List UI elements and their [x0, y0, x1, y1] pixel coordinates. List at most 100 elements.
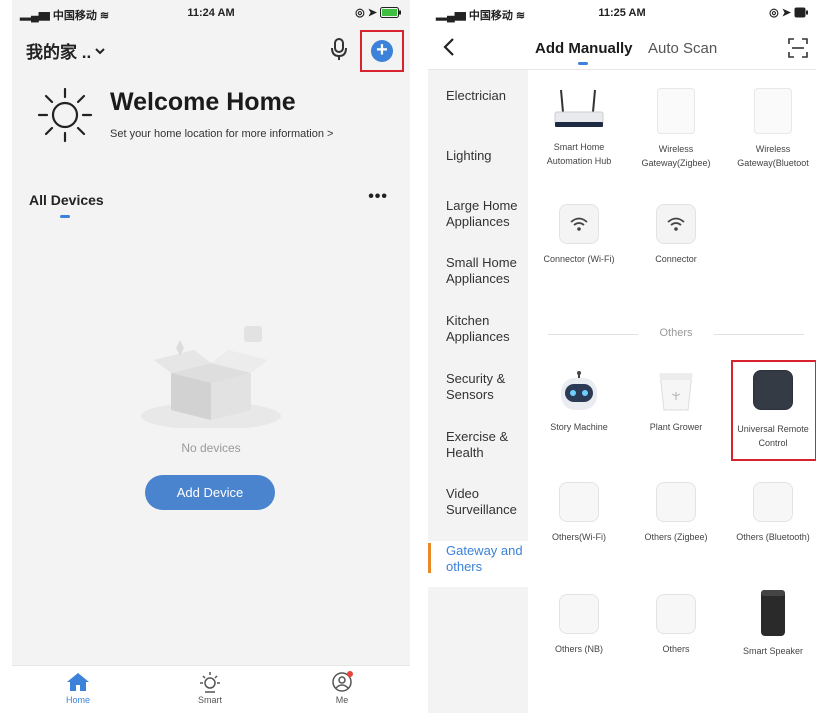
- category-label: Exercise & Health: [446, 429, 509, 460]
- category-label: Small Home Appliances: [446, 255, 517, 286]
- status-icons: ◎ ➤: [355, 6, 402, 19]
- tab-home[interactable]: Home: [48, 671, 108, 705]
- scan-icon[interactable]: [788, 38, 808, 58]
- lock-rotation-icon: ◎: [355, 7, 365, 19]
- empty-box-illustration: [141, 326, 281, 428]
- add-device-button[interactable]: Add Device: [145, 475, 275, 510]
- product-name: Connector (Wi-Fi): [543, 254, 615, 264]
- tab-me[interactable]: Me: [312, 671, 372, 705]
- location-icon: ➤: [367, 7, 377, 19]
- welcome-banner[interactable]: Welcome Home Set your home location for …: [36, 86, 406, 146]
- bottom-tab-bar: Home Smart Me: [12, 665, 410, 713]
- welcome-title: Welcome Home: [110, 88, 296, 116]
- more-icon[interactable]: •••: [368, 188, 388, 206]
- category-electrician[interactable]: Electrician: [428, 88, 528, 138]
- product-others-nb[interactable]: Others (NB): [533, 594, 625, 656]
- category-security-sensors[interactable]: Security & Sensors: [428, 371, 528, 421]
- product-name: Smart Home Automation Hub: [546, 142, 612, 166]
- category-label: Video Surveillance: [446, 486, 517, 517]
- plus-icon: +: [371, 40, 393, 62]
- add-device-plus-button[interactable]: +: [360, 30, 404, 72]
- tab-indicator: [60, 215, 70, 218]
- category-large-home-appliances[interactable]: Large Home Appliances: [428, 198, 528, 248]
- product-name: Others (Bluetooth): [736, 532, 810, 542]
- microphone-icon[interactable]: [328, 36, 350, 62]
- gateway-image: [657, 88, 695, 134]
- category-gateway-and-others[interactable]: Gateway and others: [428, 541, 528, 587]
- divider-line: [714, 334, 804, 335]
- product-wireless-gateway-zigbee[interactable]: Wireless Gateway(Zigbee): [630, 88, 722, 170]
- product-name: Smart Speaker: [742, 646, 804, 656]
- devices-section-header: All Devices •••: [12, 186, 410, 226]
- product-name: Others (NB): [554, 644, 603, 654]
- empty-state-text: No devices: [181, 441, 241, 455]
- chevron-down-icon: [95, 47, 105, 54]
- product-others-wifi[interactable]: Others(Wi-Fi): [533, 482, 625, 544]
- product-connector-wifi[interactable]: Connector (Wi-Fi): [533, 204, 625, 266]
- product-story-machine[interactable]: Story Machine: [533, 370, 625, 434]
- category-small-home-appliances[interactable]: Small Home Appliances: [428, 255, 528, 305]
- others-device-image: [753, 482, 793, 522]
- tab-add-manually[interactable]: Add Manually: [535, 40, 633, 57]
- home-icon: [67, 673, 89, 691]
- profile-icon: [332, 671, 353, 692]
- others-device-image: [656, 594, 696, 634]
- category-sidebar: Electrician Lighting Large Home Applianc…: [428, 70, 528, 713]
- product-name: Plant Grower: [649, 422, 703, 432]
- product-connector[interactable]: Connector: [630, 204, 722, 266]
- wifi-icon: [559, 204, 599, 244]
- others-device-image: [656, 482, 696, 522]
- add-device-header: Add Manually Auto Scan: [428, 28, 816, 70]
- product-name: Others (Zigbee): [644, 532, 708, 542]
- status-time: 11:25 AM: [598, 7, 646, 19]
- speaker-image: [761, 590, 785, 636]
- category-lighting[interactable]: Lighting: [428, 148, 528, 198]
- tab-smart[interactable]: Smart: [180, 671, 240, 705]
- tab-home-label: Home: [65, 695, 90, 705]
- home-selector[interactable]: 我的家 ..: [26, 38, 106, 63]
- category-exercise-health[interactable]: Exercise & Health: [428, 429, 528, 479]
- product-name: Wireless Gateway(Zigbee): [641, 144, 711, 168]
- category-label: Gateway and others: [446, 543, 523, 574]
- category-label: Kitchen Appliances: [446, 313, 510, 344]
- back-arrow-icon[interactable]: [440, 36, 458, 58]
- sun-icon: [37, 87, 93, 143]
- section-heading: Others: [659, 327, 693, 339]
- category-kitchen-appliances[interactable]: Kitchen Appliances: [428, 313, 528, 363]
- category-video-surveillance[interactable]: Video Surveillance: [428, 486, 528, 536]
- tab-all-devices[interactable]: All Devices: [29, 192, 104, 208]
- home-screen: ▂▄▆ 中国移动 ≋ 11:24 AM ◎ ➤ 我的家 .. + Welcome…: [12, 0, 410, 713]
- status-icons: ◎ ➤: [769, 6, 808, 19]
- product-others-zigbee[interactable]: Others (Zigbee): [630, 482, 722, 544]
- add-device-screen: ▂▄▆ 中国移动 ≋ 11:25 AM ◎ ➤ Add Manually Aut…: [428, 0, 816, 713]
- plant-pot-image: [659, 373, 693, 411]
- product-smart-home-hub[interactable]: Smart Home Automation Hub: [533, 86, 625, 168]
- tab-me-label: Me: [335, 695, 349, 705]
- set-location-link[interactable]: Set your home location for more informat…: [110, 128, 333, 140]
- category-label: Lighting: [446, 148, 492, 163]
- category-label: Large Home Appliances: [446, 198, 518, 229]
- status-bar: ▂▄▆ 中国移动 ≋ 11:24 AM ◎ ➤: [12, 0, 410, 26]
- battery-icon: [794, 7, 808, 18]
- product-plant-grower[interactable]: Plant Grower: [630, 370, 722, 434]
- tab-smart-label: Smart: [197, 695, 222, 705]
- product-wireless-gateway-bluetooth[interactable]: Wireless Gateway(Bluetoot: [727, 88, 816, 170]
- lock-rotation-icon: ◎: [769, 7, 779, 19]
- smart-sun-icon: [200, 672, 220, 693]
- product-name: Others(Wi-Fi): [552, 532, 606, 542]
- product-smart-speaker[interactable]: Smart Speaker: [727, 588, 816, 658]
- notification-badge: [347, 671, 353, 677]
- others-device-image: [559, 482, 599, 522]
- product-universal-remote-control[interactable]: Universal Remote Control: [727, 370, 816, 450]
- product-name: Story Machine: [550, 422, 608, 432]
- robot-image: [561, 371, 597, 410]
- wifi-icon: [656, 204, 696, 244]
- tab-auto-scan[interactable]: Auto Scan: [648, 40, 717, 57]
- gateway-image: [754, 88, 792, 134]
- product-others-bluetooth[interactable]: Others (Bluetooth): [727, 482, 816, 544]
- product-name: Connector: [655, 254, 697, 264]
- product-name: Universal Remote Control: [737, 424, 809, 448]
- product-others[interactable]: Others: [630, 594, 722, 656]
- others-device-image: [559, 594, 599, 634]
- active-category-indicator: [428, 543, 431, 573]
